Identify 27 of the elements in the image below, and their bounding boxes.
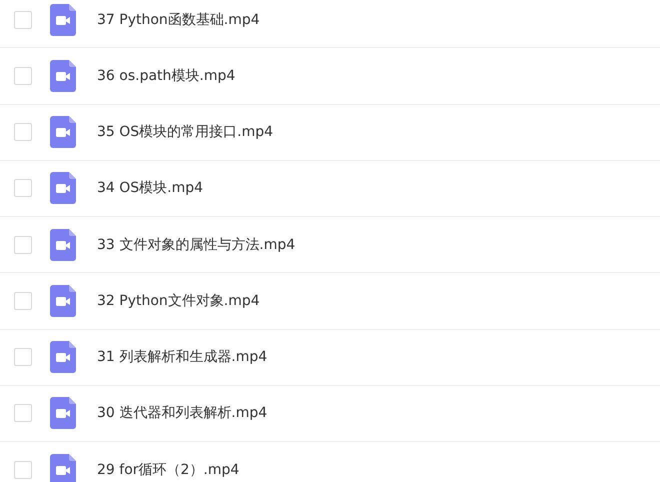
video-file-icon (50, 228, 76, 261)
checkbox[interactable] (14, 348, 32, 366)
checkbox[interactable] (14, 10, 32, 29)
file-name[interactable]: 35 OS模块的常用接口.mp4 (97, 123, 274, 142)
video-file-icon (50, 454, 76, 482)
video-file-icon (50, 4, 76, 36)
checkbox[interactable] (14, 292, 32, 310)
file-name[interactable]: 29 for循环（2）.mp4 (97, 460, 240, 479)
file-name[interactable]: 34 OS模块.mp4 (97, 179, 204, 198)
video-file-icon (50, 172, 76, 204)
video-file-icon (50, 397, 76, 430)
video-file-icon (50, 284, 76, 317)
file-name[interactable]: 36 os.path模块.mp4 (97, 66, 236, 85)
checkbox[interactable] (14, 236, 32, 254)
video-file-icon (50, 60, 76, 92)
file-name[interactable]: 37 Python函数基础.mp4 (97, 10, 260, 29)
checkbox[interactable] (14, 460, 32, 479)
checkbox[interactable] (14, 123, 32, 142)
file-name[interactable]: 30 迭代器和列表解析.mp4 (97, 404, 268, 422)
file-name[interactable]: 32 Python文件对象.mp4 (97, 292, 260, 310)
video-file-icon (50, 341, 76, 374)
checkbox[interactable] (14, 66, 32, 85)
file-name[interactable]: 31 列表解析和生成器.mp4 (97, 348, 268, 366)
checkbox[interactable] (14, 179, 32, 198)
checkbox[interactable] (14, 404, 32, 422)
file-name[interactable]: 33 文件对象的属性与方法.mp4 (97, 236, 296, 254)
video-file-icon (50, 116, 76, 148)
